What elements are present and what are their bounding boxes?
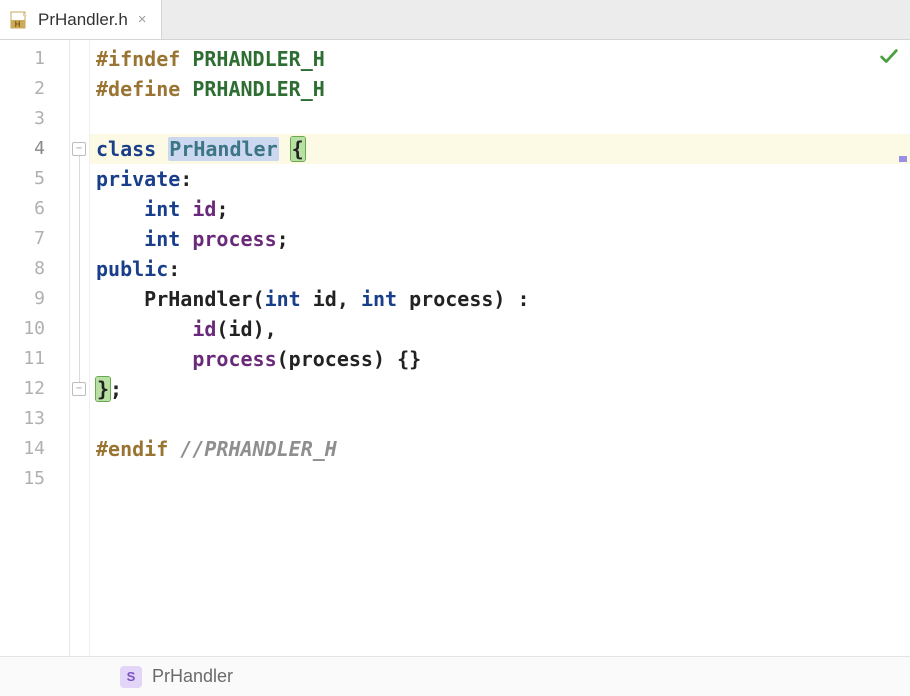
line-number: 10 xyxy=(0,314,69,344)
code-line xyxy=(96,464,910,494)
code-area[interactable]: #ifndef PRHANDLER_H #define PRHANDLER_H … xyxy=(90,40,910,656)
marker-icon xyxy=(899,156,907,162)
header-file-icon: H xyxy=(10,10,30,30)
tab-prhandler[interactable]: H PrHandler.h × xyxy=(0,0,162,39)
code-line xyxy=(96,104,910,134)
code-line: int process; xyxy=(96,224,910,254)
code-line: int id; xyxy=(96,194,910,224)
line-number: 3 xyxy=(0,104,69,134)
line-number: 8 xyxy=(0,254,69,284)
code-line: }; xyxy=(96,374,910,404)
line-number: 1 xyxy=(0,44,69,74)
code-line: #define PRHANDLER_H xyxy=(96,74,910,104)
code-line: #endif //PRHANDLER_H xyxy=(96,434,910,464)
breadcrumb-label[interactable]: PrHandler xyxy=(152,666,233,687)
line-number: 4 xyxy=(0,134,69,164)
line-number: 12 xyxy=(0,374,69,404)
gutter: 1 2 3 4 5 6 7 8 9 10 11 12 13 14 15 xyxy=(0,40,70,656)
fold-gutter: − − xyxy=(70,40,90,656)
line-number: 13 xyxy=(0,404,69,434)
code-line: process(process) {} xyxy=(96,344,910,374)
svg-text:H: H xyxy=(15,20,21,29)
check-icon xyxy=(878,46,900,68)
struct-icon: S xyxy=(120,666,142,688)
line-number: 6 xyxy=(0,194,69,224)
close-icon[interactable]: × xyxy=(136,11,149,28)
line-number: 14 xyxy=(0,434,69,464)
fold-toggle-icon[interactable]: − xyxy=(72,382,86,396)
tab-bar: H PrHandler.h × xyxy=(0,0,910,40)
code-line: PrHandler(int id, int process) : xyxy=(96,284,910,314)
fold-toggle-icon[interactable]: − xyxy=(72,142,86,156)
code-line: private: xyxy=(96,164,910,194)
breadcrumb: S PrHandler xyxy=(0,656,910,696)
code-line: id(id), xyxy=(96,314,910,344)
line-number: 7 xyxy=(0,224,69,254)
line-number: 2 xyxy=(0,74,69,104)
line-number: 15 xyxy=(0,464,69,494)
line-number: 11 xyxy=(0,344,69,374)
line-number: 5 xyxy=(0,164,69,194)
line-number: 9 xyxy=(0,284,69,314)
tab-filename: PrHandler.h xyxy=(38,10,128,30)
code-line: #ifndef PRHANDLER_H xyxy=(96,44,910,74)
editor: 1 2 3 4 5 6 7 8 9 10 11 12 13 14 15 − − xyxy=(0,40,910,656)
code-line: public: xyxy=(96,254,910,284)
code-line xyxy=(96,404,910,434)
